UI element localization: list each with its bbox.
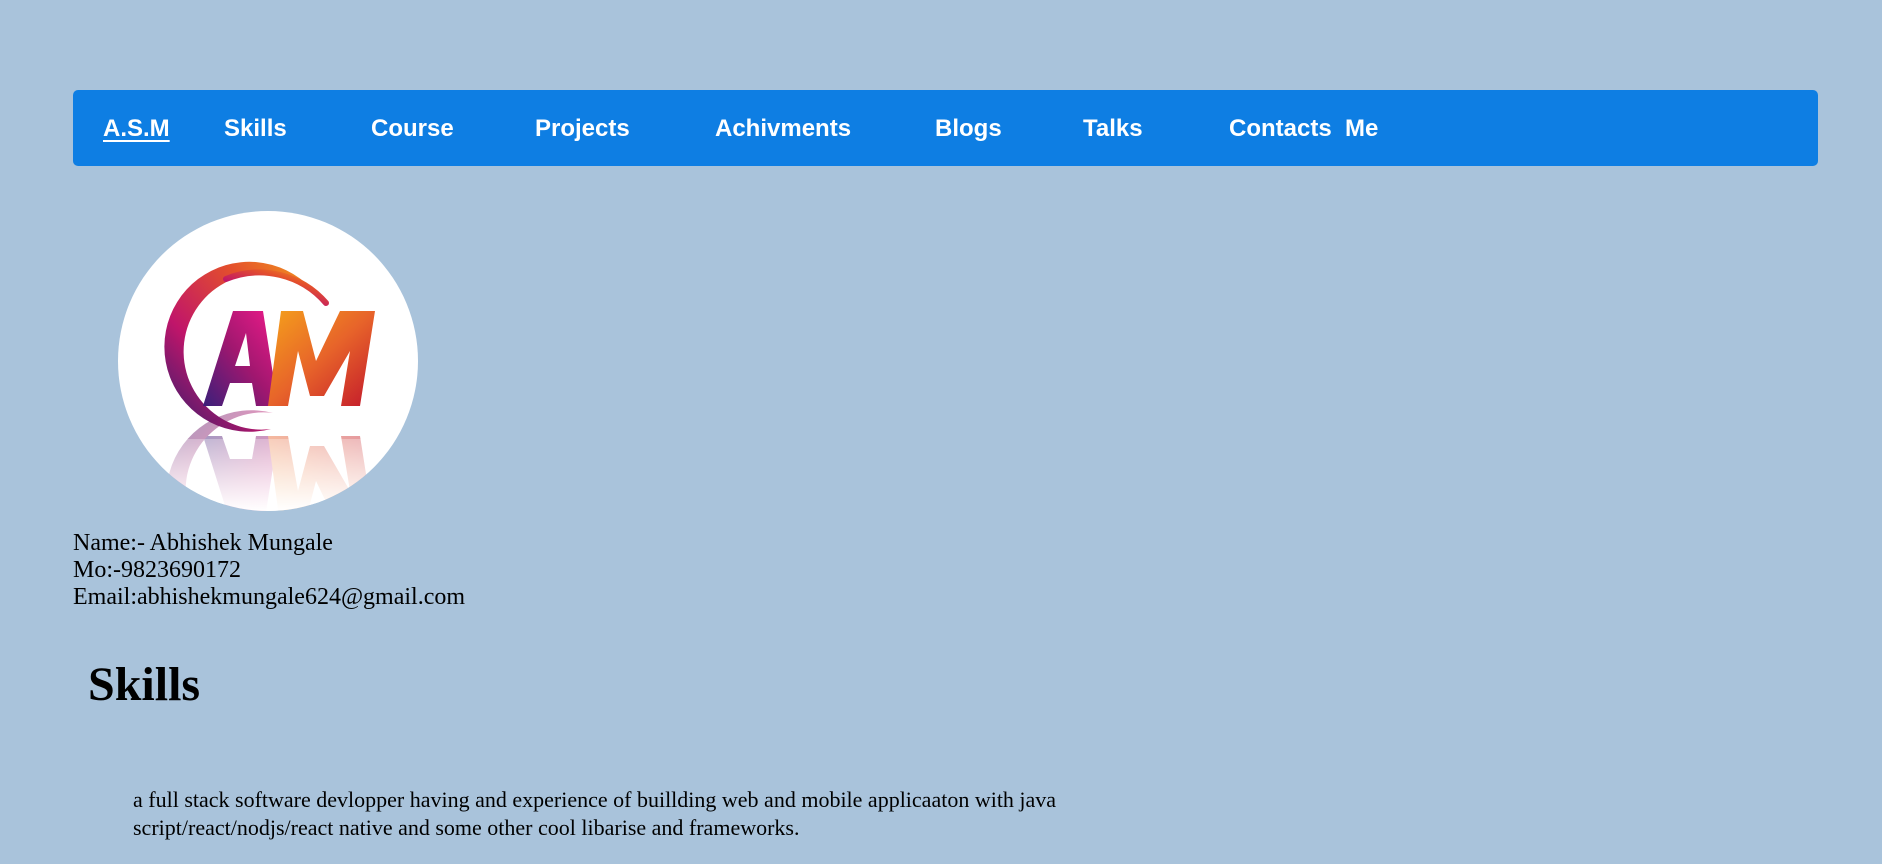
email-text: Email:abhishekmungale624@gmail.com [73,584,466,610]
am-logo-icon [118,261,418,511]
nav-item-skills[interactable]: Skills [224,90,287,166]
nav-item-blogs[interactable]: Blogs [935,90,1002,166]
nav-item-contacts[interactable]: Contacts Me [1229,90,1378,166]
skills-description: a full stack software devlopper having a… [133,787,1057,840]
avatar [118,211,418,511]
name-text: Name:- Abhishek Mungale [73,530,333,556]
mobile-text: Mo:-9823690172 [73,557,241,583]
nav-item-achivments[interactable]: Achivments [715,90,851,166]
nav-item-course[interactable]: Course [371,90,454,166]
nav-item-projects[interactable]: Projects [535,90,630,166]
contact-info: Name:- Abhishek Mungale Mo:-9823690172 E… [73,530,465,611]
top-navbar: A.S.M Skills Course Projects Achivments … [73,90,1818,166]
skills-heading: Skills [88,658,201,711]
nav-item-talks[interactable]: Talks [1083,90,1143,166]
nav-brand-link[interactable]: A.S.M [103,90,178,166]
